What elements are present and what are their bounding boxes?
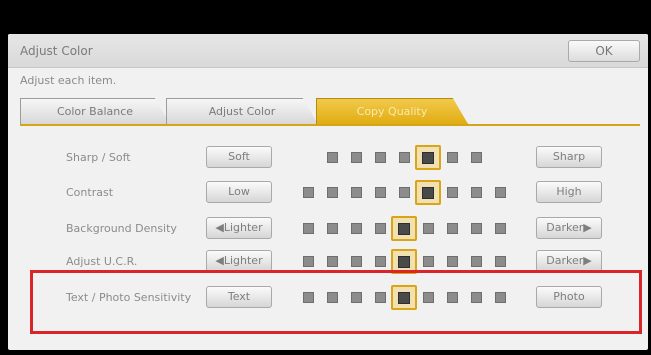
level-step[interactable]	[471, 187, 482, 198]
row-label: Sharp / Soft	[66, 151, 131, 164]
level-step[interactable]	[471, 152, 482, 163]
level-step[interactable]	[447, 256, 458, 267]
level-step[interactable]	[351, 223, 362, 234]
level-step[interactable]	[327, 152, 338, 163]
level-bar[interactable]	[294, 215, 514, 243]
level-step[interactable]	[423, 223, 434, 234]
level-step[interactable]	[375, 256, 386, 267]
high-button[interactable]: High	[536, 181, 602, 203]
level-step[interactable]	[471, 223, 482, 234]
row-label: Contrast	[66, 186, 114, 199]
darker-button[interactable]: Darker▶	[536, 217, 602, 239]
tab-strip: Color Balance Adjust Color Copy Quality	[20, 98, 640, 124]
level-step[interactable]	[375, 187, 386, 198]
darker-button[interactable]: Darker▶	[536, 250, 602, 272]
level-bar[interactable]	[294, 179, 514, 207]
level-step[interactable]	[375, 152, 386, 163]
level-step[interactable]	[399, 187, 410, 198]
level-step[interactable]	[327, 256, 338, 267]
level-step-selected[interactable]	[398, 223, 410, 235]
red-highlight-box	[30, 270, 642, 334]
lighter-button[interactable]: ◀Lighter	[206, 217, 272, 239]
level-step[interactable]	[375, 223, 386, 234]
level-step[interactable]	[303, 256, 314, 267]
row-sharp-soft: Sharp / Soft Soft Sharp	[8, 144, 648, 172]
tab-underline	[20, 124, 640, 126]
level-step[interactable]	[471, 256, 482, 267]
level-step-selected[interactable]	[422, 187, 434, 199]
ok-button[interactable]: OK	[568, 40, 640, 62]
sharp-button[interactable]: Sharp	[536, 146, 602, 168]
tab-copy-quality[interactable]: Copy Quality	[316, 98, 468, 124]
level-step[interactable]	[351, 152, 362, 163]
level-step[interactable]	[495, 187, 506, 198]
level-step[interactable]	[327, 223, 338, 234]
title-bar: Adjust Color OK	[8, 34, 648, 68]
level-step[interactable]	[327, 187, 338, 198]
level-step[interactable]	[303, 223, 314, 234]
level-step[interactable]	[423, 256, 434, 267]
level-step[interactable]	[399, 152, 410, 163]
level-step[interactable]	[447, 187, 458, 198]
level-step[interactable]	[495, 256, 506, 267]
level-step[interactable]	[447, 223, 458, 234]
level-step[interactable]	[495, 223, 506, 234]
row-label: Adjust U.C.R.	[66, 255, 138, 268]
level-step[interactable]	[351, 187, 362, 198]
tab-color-balance[interactable]: Color Balance	[20, 98, 170, 124]
row-label: Background Density	[66, 222, 177, 235]
tab-adjust-color[interactable]: Adjust Color	[166, 98, 318, 124]
row-background-density: Background Density ◀Lighter Darker▶	[8, 215, 648, 243]
window-title: Adjust Color	[20, 44, 93, 58]
lighter-button[interactable]: ◀Lighter	[206, 250, 272, 272]
instruction-text: Adjust each item.	[20, 74, 117, 87]
level-step[interactable]	[351, 256, 362, 267]
level-step[interactable]	[303, 187, 314, 198]
level-step-selected[interactable]	[422, 152, 434, 164]
row-contrast: Contrast Low High	[8, 179, 648, 207]
low-button[interactable]: Low	[206, 181, 272, 203]
level-step-selected[interactable]	[398, 256, 410, 268]
level-step[interactable]	[447, 152, 458, 163]
soft-button[interactable]: Soft	[206, 146, 272, 168]
level-bar[interactable]	[294, 144, 514, 172]
